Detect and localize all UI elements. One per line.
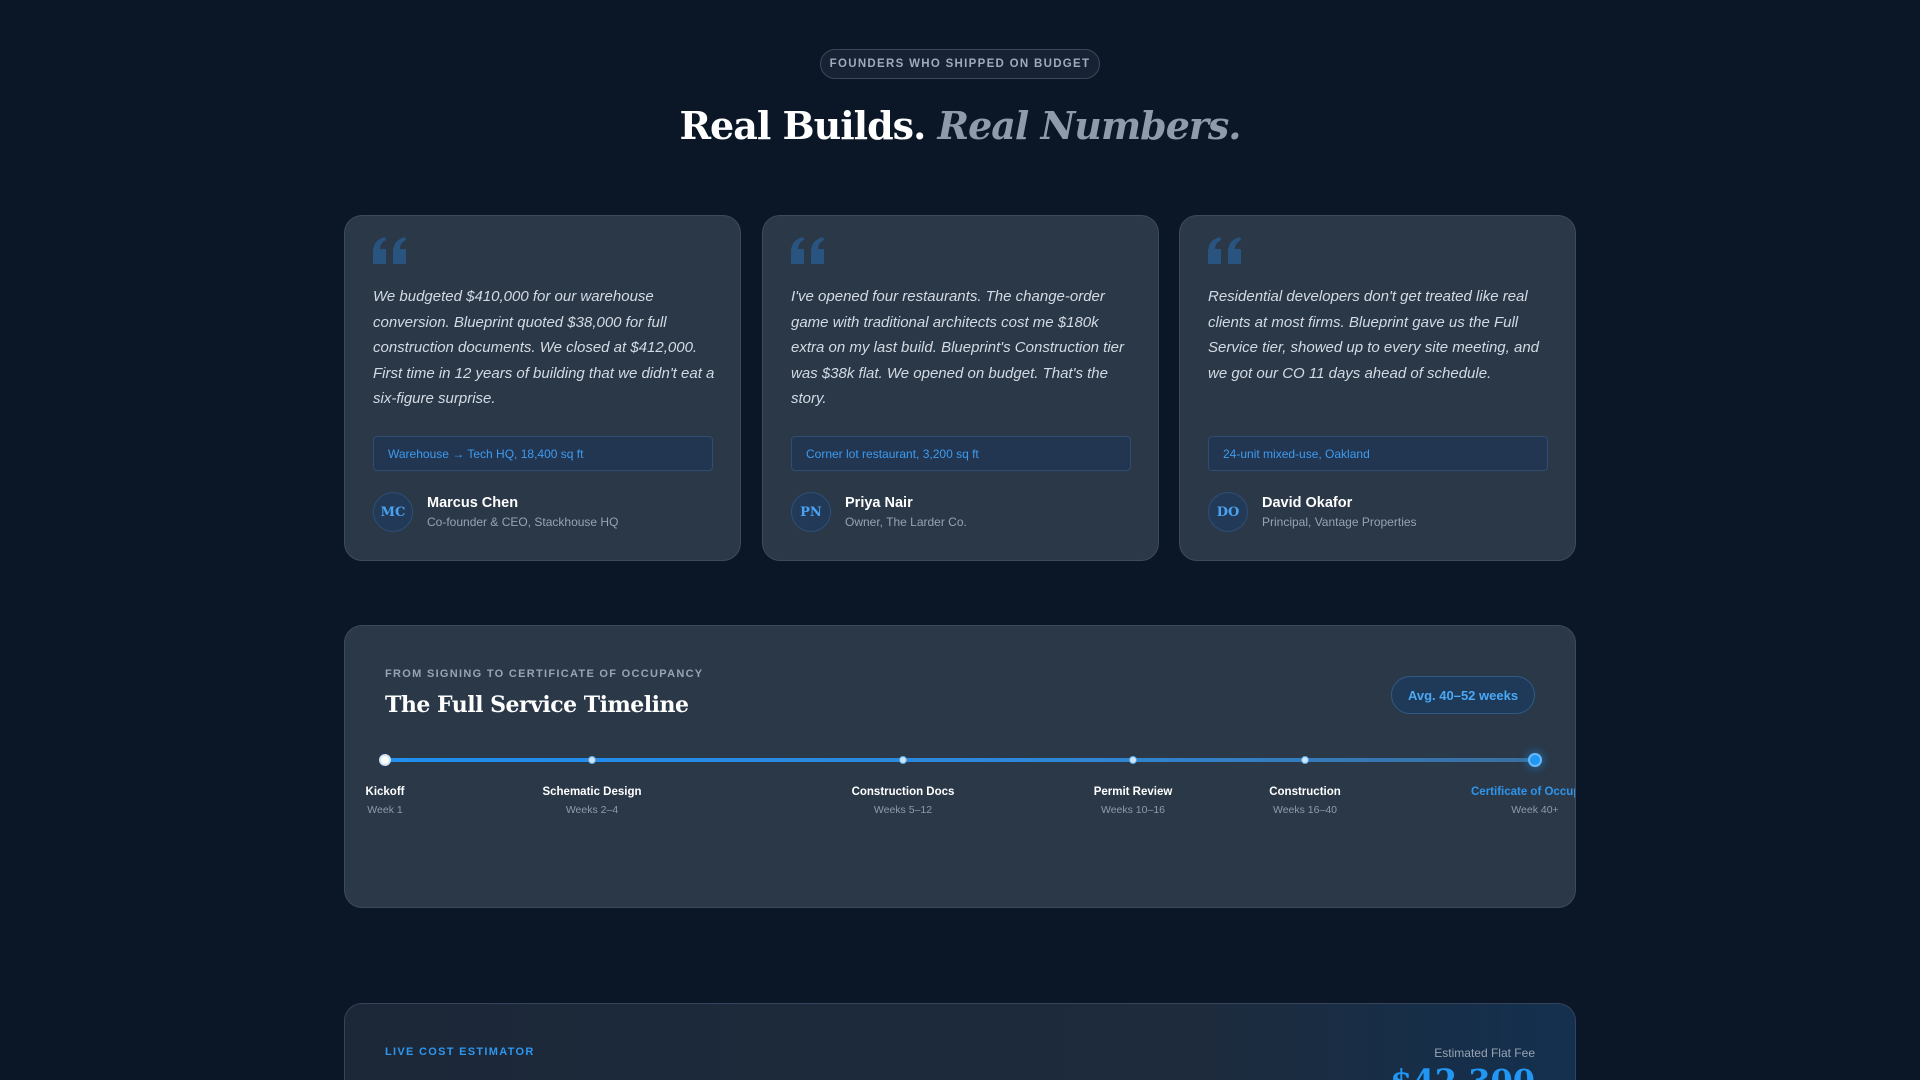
timeline-eyebrow: FROM SIGNING TO CERTIFICATE OF OCCUPANCY bbox=[385, 668, 704, 680]
section-headline: Real Builds. Real Numbers. bbox=[0, 103, 1920, 148]
fee-value: $42,300 bbox=[1390, 1062, 1535, 1080]
milestone-weeks: Weeks 10–16 bbox=[1100, 804, 1166, 816]
milestone-label: Permit Review bbox=[1093, 786, 1173, 798]
milestone-dot bbox=[1129, 756, 1137, 764]
project-tag: 24-unit mixed-use, Oakland bbox=[1208, 436, 1548, 471]
testimonial-card: I've opened four restaurants. The change… bbox=[762, 215, 1159, 561]
quote-icon bbox=[791, 237, 824, 264]
milestone-label-current: Certificate of Occupancy bbox=[1471, 786, 1575, 798]
person-name: Priya Nair bbox=[845, 495, 913, 511]
person-role: Owner, The Larder Co. bbox=[845, 515, 967, 529]
person-name: Marcus Chen bbox=[427, 495, 519, 511]
project-tag: Corner lot restaurant, 3,200 sq ft bbox=[791, 436, 1131, 471]
quote-icon bbox=[373, 237, 406, 264]
milestone-weeks: Week 40+ bbox=[1511, 804, 1559, 816]
milestone-dot bbox=[1301, 756, 1309, 764]
testimonial-card: We budgeted $410,000 for our warehouse c… bbox=[344, 215, 741, 561]
headline-main: Real Builds. bbox=[679, 103, 926, 148]
milestone-weeks: Weeks 2–4 bbox=[565, 804, 619, 816]
person-name: David Okafor bbox=[1262, 495, 1353, 511]
testimonial-quote: We budgeted $410,000 for our warehouse c… bbox=[373, 288, 715, 408]
milestone-label: Construction Docs bbox=[851, 786, 955, 798]
timeline-track bbox=[385, 758, 1535, 762]
milestone-dot bbox=[379, 754, 391, 766]
milestone-dot-current bbox=[1528, 753, 1542, 767]
fee-label: Estimated Flat Fee bbox=[1434, 1046, 1535, 1060]
person-role: Co-founder & CEO, Stackhouse HQ bbox=[427, 515, 619, 529]
cost-estimator-panel: LIVE COST ESTIMATOR Estimated Flat Fee $… bbox=[344, 1003, 1576, 1080]
milestone-label: Construction bbox=[1269, 786, 1341, 798]
milestone-dot bbox=[899, 756, 907, 764]
milestone-label: Kickoff bbox=[365, 786, 405, 798]
milestone-dot bbox=[588, 756, 596, 764]
testimonial-card: Residential developers don't get treated… bbox=[1179, 215, 1576, 561]
milestone-weeks: Weeks 5–12 bbox=[873, 804, 933, 816]
avatar: DO bbox=[1208, 492, 1248, 532]
project-tag: Warehouse → Tech HQ, 18,400 sq ft bbox=[373, 436, 713, 471]
testimonial-quote: Residential developers don't get treated… bbox=[1208, 288, 1540, 382]
timeline-panel: FROM SIGNING TO CERTIFICATE OF OCCUPANCY… bbox=[344, 625, 1576, 908]
milestone-label: Schematic Design bbox=[542, 786, 642, 798]
avatar: PN bbox=[791, 492, 831, 532]
estimator-eyebrow: LIVE COST ESTIMATOR bbox=[385, 1046, 535, 1058]
avatar: MC bbox=[373, 492, 413, 532]
milestone-weeks: Weeks 16–40 bbox=[1272, 804, 1338, 816]
testimonial-quote: I've opened four restaurants. The change… bbox=[791, 288, 1125, 408]
milestone-weeks: Week 1 bbox=[367, 804, 403, 816]
quote-icon bbox=[1208, 237, 1241, 264]
headline-accent: Real Numbers. bbox=[937, 103, 1242, 148]
person-role: Principal, Vantage Properties bbox=[1262, 515, 1417, 529]
timeline-title: The Full Service Timeline bbox=[385, 692, 689, 718]
section-eyebrow-badge: FOUNDERS WHO SHIPPED ON BUDGET bbox=[820, 49, 1100, 79]
duration-badge: Avg. 40–52 weeks bbox=[1391, 676, 1535, 714]
